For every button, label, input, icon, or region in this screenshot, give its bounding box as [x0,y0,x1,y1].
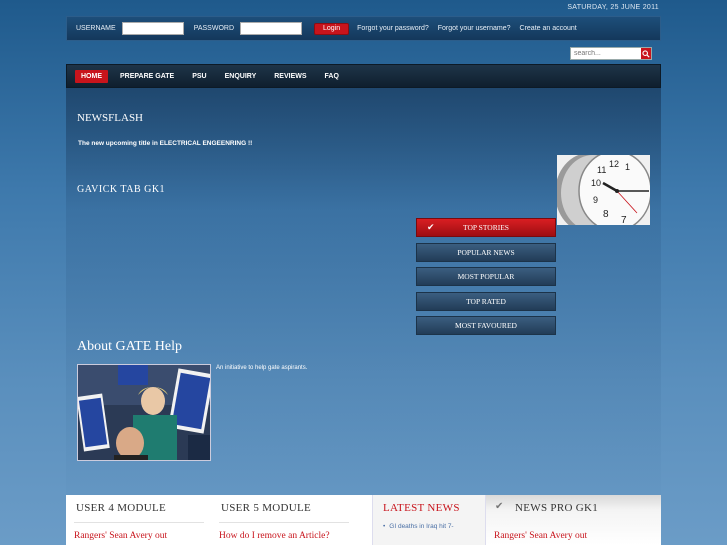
svg-text:8: 8 [603,209,609,220]
tab-popular-news[interactable]: POPULAR NEWS [416,242,556,262]
latest-news-item[interactable]: GI deaths in Iraq hit 7- [383,523,485,530]
user4-module-title: USER 4 MODULE [76,502,167,514]
forgot-username-link[interactable]: Forgot your username? [438,25,511,32]
username-label: USERNAME [76,25,116,32]
tab-label: MOST POPULAR [457,272,515,281]
tab-label: TOP STORIES [463,223,509,232]
search-icon [642,49,650,58]
tab-label: MOST FAVOURED [455,321,517,330]
login-button[interactable]: Login [314,22,350,35]
search-box [570,47,652,60]
forgot-password-link[interactable]: Forgot your password? [357,25,429,32]
news-pro-module: ✔ NEWS PRO GK1 Rangers' Sean Avery out [486,495,661,545]
tab-label: POPULAR NEWS [457,247,515,257]
gavick-tab-title: GAVICK TAB GK1 [77,184,166,195]
user5-module-link[interactable]: How do I remove an Article? [219,531,372,541]
check-icon: ✔ [495,501,504,512]
news-pro-title: NEWS PRO GK1 [515,502,599,514]
svg-text:12: 12 [609,159,619,169]
tab-most-popular[interactable]: MOST POPULAR [416,267,556,286]
check-icon: ✔ [427,222,435,232]
bottom-modules: USER 4 MODULE Rangers' Sean Avery out US… [66,495,661,545]
username-input[interactable] [121,22,184,35]
user4-module-link[interactable]: Rangers' Sean Avery out [74,531,211,541]
nav-reviews[interactable]: REVIEWS [268,70,312,83]
svg-text:9: 9 [593,195,598,205]
svg-text:1: 1 [625,162,630,172]
tab-label: TOP RATED [466,296,506,306]
svg-text:7: 7 [621,215,627,225]
search-input[interactable] [571,48,641,59]
nav-faq[interactable]: FAQ [319,70,345,83]
password-input[interactable] [240,22,303,35]
user5-module-title: USER 5 MODULE [221,502,312,514]
about-text: An initiative to help gate aspirants. [216,365,308,371]
create-account-link[interactable]: Create an account [520,25,577,32]
svg-text:11: 11 [597,165,606,175]
tab-top-rated[interactable]: TOP RATED [416,291,556,311]
newsflash-text: The new upcoming title in ELECTRICAL ENG… [78,140,253,147]
about-title: About GATE Help [77,339,182,354]
divider [219,522,349,523]
tab-top-stories[interactable]: ✔ TOP STORIES [416,218,556,237]
main-nav: HOME PREPARE GATE PSU ENQUIRY REVIEWS FA… [66,64,661,88]
svg-text:10: 10 [591,178,601,188]
newsflash-title: NEWSFLASH [77,112,144,124]
user4-module: USER 4 MODULE Rangers' Sean Avery out [66,495,211,545]
latest-news-module: LATEST NEWS GI deaths in Iraq hit 7- [373,495,486,545]
latest-news-title: LATEST NEWS [383,502,460,514]
nav-home[interactable]: HOME [75,69,108,83]
nav-enquiry[interactable]: ENQUIRY [219,70,263,83]
tab-most-favoured[interactable]: MOST FAVOURED [416,316,556,335]
clock-image: 12 1 11 10 9 8 7 [557,155,650,225]
news-pro-link[interactable]: Rangers' Sean Avery out [494,531,661,541]
current-date: SATURDAY, 25 JUNE 2011 [567,4,659,11]
nav-psu[interactable]: PSU [186,70,212,83]
divider [74,522,204,523]
search-button[interactable] [641,48,651,59]
nav-prepare-gate[interactable]: PREPARE GATE [114,70,180,83]
photo-image [77,364,211,461]
password-label: PASSWORD [193,25,235,32]
login-bar: USERNAME PASSWORD Login Forgot your pass… [66,16,661,41]
user5-module: USER 5 MODULE How do I remove an Article… [211,495,373,545]
gavick-tabs: ✔ TOP STORIES POPULAR NEWS MOST POPULAR … [416,218,556,341]
